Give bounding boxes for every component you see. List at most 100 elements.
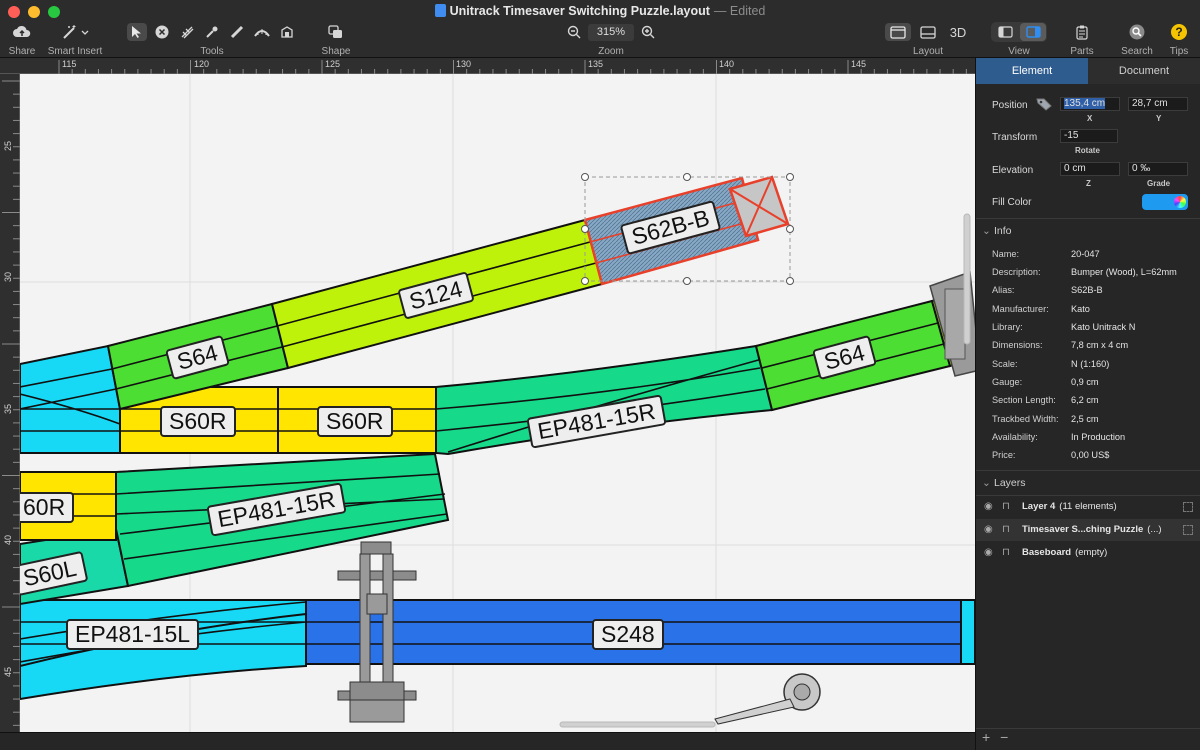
color-picker-icon[interactable]: [1174, 196, 1186, 208]
share-button[interactable]: Share: [8, 22, 36, 57]
shape-button[interactable]: Shape: [318, 22, 354, 57]
vertical-ruler: 25 30 35 40 45: [0, 74, 20, 732]
track-tool-icon[interactable]: [177, 23, 197, 41]
eye-icon[interactable]: ◉: [984, 519, 993, 541]
tab-document[interactable]: Document: [1088, 58, 1200, 84]
label-s60r-2: S60R: [317, 406, 393, 437]
elevation-label: Elevation: [992, 165, 1034, 176]
position-y-field[interactable]: 28,7 cm: [1128, 97, 1188, 111]
layer-row-layer-4[interactable]: ◉ ⊓ Layer 4 (11 elements): [976, 496, 1200, 518]
ruler-label: 140: [719, 59, 735, 69]
divider: [976, 218, 1200, 219]
grade-field[interactable]: 0 ‰: [1128, 162, 1188, 176]
uncoupler-lever[interactable]: [714, 673, 821, 725]
info-key: Manufacturer:: [992, 304, 1049, 314]
layer-select-box[interactable]: [1183, 525, 1193, 535]
ruler-label: 120: [194, 59, 210, 69]
sidebar-right-icon[interactable]: [1020, 23, 1046, 41]
smart-insert-button[interactable]: Smart Insert: [45, 22, 105, 57]
edited-indicator: — Edited: [713, 4, 766, 18]
view-label: View: [1008, 46, 1030, 57]
layout-2d-icon[interactable]: [885, 23, 911, 41]
rotate-field[interactable]: -15: [1060, 129, 1118, 143]
fill-color-label: Fill Color: [992, 197, 1032, 208]
parts-label: Parts: [1070, 46, 1094, 57]
eye-icon[interactable]: ◉: [984, 542, 993, 564]
zoom-label: Zoom: [598, 46, 624, 57]
parts-button[interactable]: Parts: [1066, 22, 1098, 57]
track-cyan-left[interactable]: [20, 344, 121, 454]
position-x-field[interactable]: 135,4 cm: [1060, 97, 1120, 111]
remove-layer-button[interactable]: −: [1000, 729, 1008, 745]
z-sublabel: Z: [1086, 179, 1091, 188]
ruler-tool-icon[interactable]: [227, 23, 247, 41]
tab-element[interactable]: Element: [976, 58, 1088, 84]
tips-label: Tips: [1169, 46, 1189, 57]
info-key: Alias:: [992, 285, 1015, 295]
tips-button[interactable]: ? Tips: [1166, 22, 1192, 57]
info-value: N (1:160): [1071, 359, 1110, 369]
document-icon: [434, 4, 446, 17]
smart-insert-label: Smart Insert: [47, 46, 103, 57]
elevation-z-field[interactable]: 0 cm: [1060, 162, 1120, 176]
info-value: S62B-B: [1071, 285, 1103, 295]
x-sublabel: X: [1087, 114, 1093, 123]
horizontal-scroll-thumb[interactable]: [559, 721, 716, 728]
info-value: Kato Unitrack N: [1071, 322, 1136, 332]
layer-row-baseboard[interactable]: ◉ ⊓ Baseboard (empty): [976, 542, 1200, 564]
zoom-level-field[interactable]: 315%: [588, 23, 634, 41]
layout-label: Layout: [912, 46, 944, 57]
label-s248: S248: [592, 619, 664, 650]
unlock-icon[interactable]: ⊓: [1002, 496, 1010, 518]
add-layer-button[interactable]: +: [982, 729, 990, 745]
label-ep481-15l: EP481-15L: [66, 619, 200, 650]
layers-section-toggle[interactable]: ⌄ Layers: [982, 477, 1026, 489]
sidebar-left-icon[interactable]: [992, 23, 1018, 41]
info-key: Trackbed Width:: [992, 414, 1059, 424]
info-value: 6,2 cm: [1071, 395, 1099, 405]
vertical-scroll-thumb[interactable]: [963, 213, 971, 345]
info-section-toggle[interactable]: ⌄ Info: [982, 225, 1012, 237]
delete-circle-icon[interactable]: [152, 23, 172, 41]
layout-3d-button[interactable]: 3D: [945, 23, 971, 41]
ruler-label: 40: [3, 534, 13, 545]
view-group: View: [991, 22, 1047, 57]
tips-glyph: ?: [1171, 24, 1187, 40]
info-key: Availability:: [992, 432, 1038, 442]
search-icon: [1127, 23, 1147, 41]
arrow-pointer-icon[interactable]: [127, 23, 147, 41]
unlock-icon[interactable]: ⊓: [1002, 519, 1010, 541]
inspector-footer: + −: [976, 728, 1200, 750]
info-value: 0,9 cm: [1071, 377, 1099, 387]
layer-select-box[interactable]: [1183, 502, 1193, 512]
layer-row-timesaver[interactable]: ◉ ⊓ Timesaver S...ching Puzzle (...): [976, 519, 1200, 541]
info-key: Gauge:: [992, 377, 1023, 387]
ruler-label: 145: [851, 59, 867, 69]
layout-canvas[interactable]: S62B-B S124 S64 S64 S60R S60R 60R EP481-…: [20, 74, 975, 732]
layer-name: Baseboard (empty): [1022, 542, 1107, 564]
layer-name: Timesaver S...ching Puzzle (...): [1022, 519, 1162, 541]
label-s60r-1: S60R: [160, 406, 236, 437]
position-x-value: 135,4 cm: [1064, 98, 1106, 109]
ruler-label: 130: [456, 59, 472, 69]
unlock-icon[interactable]: ⊓: [1002, 542, 1010, 564]
layout-panels-icon[interactable]: [915, 23, 941, 41]
cloud-upload-icon: [12, 23, 32, 41]
building-tool-icon[interactable]: [277, 23, 297, 41]
eye-icon[interactable]: ◉: [984, 496, 993, 518]
zoom-out-icon[interactable]: [564, 23, 584, 41]
transform-label: Transform: [992, 132, 1038, 143]
info-key: Section Length:: [992, 395, 1056, 405]
zoom-in-icon[interactable]: [638, 23, 658, 41]
info-key: Dimensions:: [992, 340, 1043, 350]
eyedropper-icon[interactable]: [202, 23, 222, 41]
terrain-tool-icon[interactable]: [252, 23, 272, 41]
inspector-panel: Element Document Position 135,4 cm 28,7 …: [975, 58, 1200, 750]
layer-meta: (11 elements): [1059, 501, 1117, 512]
info-key: Library:: [992, 322, 1023, 332]
search-button[interactable]: Search: [1118, 22, 1156, 57]
track-ep481-15r-top[interactable]: [435, 344, 774, 456]
info-value: Kato: [1071, 304, 1090, 314]
fill-color-well[interactable]: [1142, 194, 1188, 210]
edited-status: Edited: [729, 4, 766, 18]
